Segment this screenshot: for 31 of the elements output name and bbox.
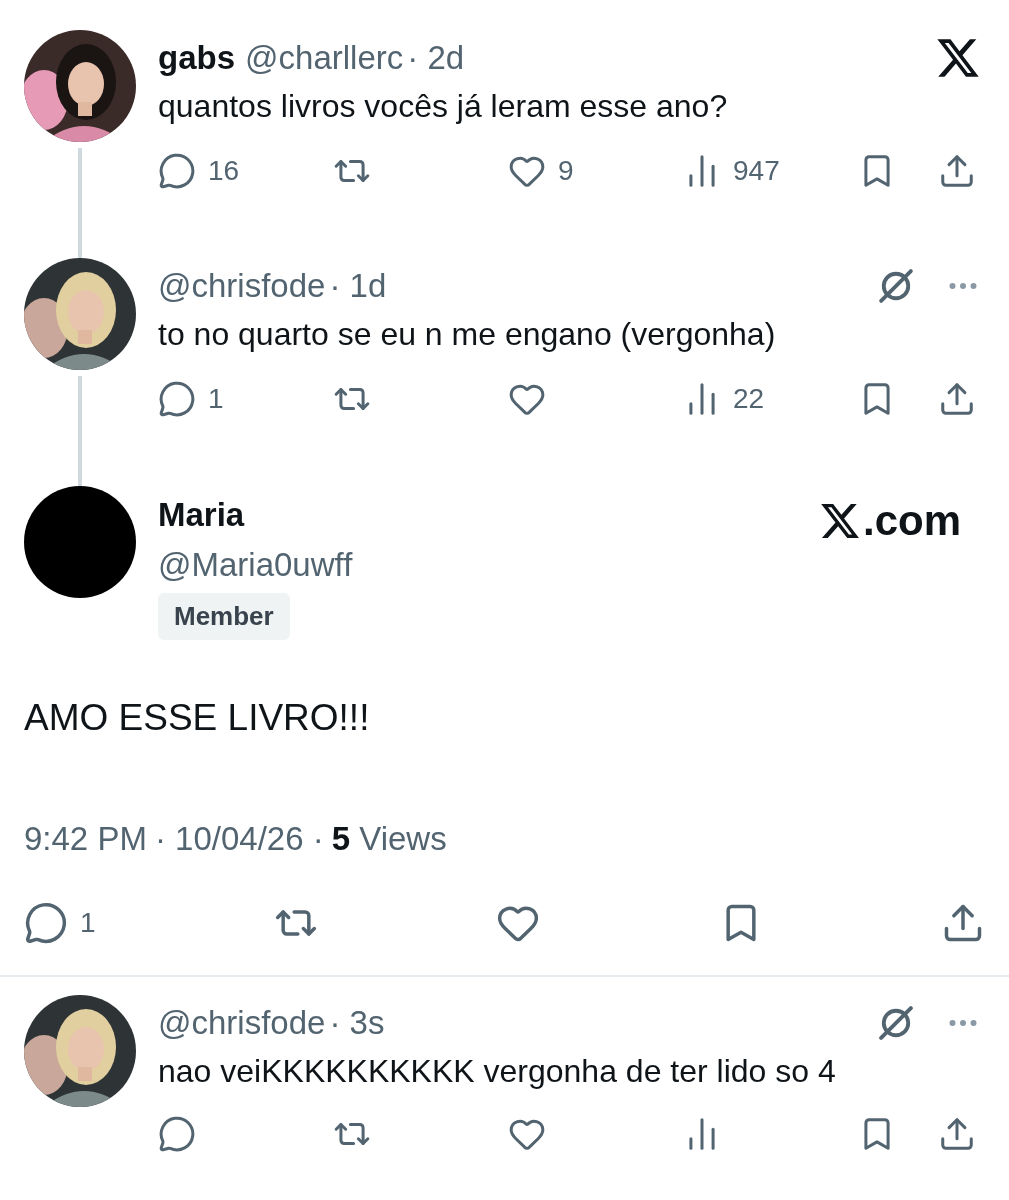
reply-icon[interactable] [158, 152, 196, 190]
reply-icon[interactable] [158, 380, 196, 418]
share-icon[interactable] [938, 1115, 976, 1153]
action-count: 1 [208, 382, 224, 416]
action-count: 16 [208, 154, 240, 188]
post-time: · 3s [329, 1003, 385, 1044]
action-count: 9 [558, 154, 574, 188]
post-text: nao veiKKKKKKKKKK vergonha de ter lido so 4 [158, 1052, 837, 1091]
share-icon[interactable] [938, 152, 976, 190]
post-text: AMO ESSE LIVRO!!! [23, 696, 371, 740]
reply-icon[interactable] [158, 1115, 196, 1153]
action-count: 22 [733, 382, 765, 416]
post-time: 9:42 PM [24, 818, 147, 859]
handle[interactable]: @chrisfode [158, 261, 326, 311]
handle[interactable]: @Maria0uwff [158, 539, 797, 589]
handle[interactable]: @charllerc [245, 33, 404, 83]
action-count: 947 [733, 154, 780, 188]
handle[interactable]: @chrisfode [158, 998, 326, 1048]
member-badge: Member [158, 593, 290, 640]
brand-text: .com [862, 500, 961, 542]
author-name[interactable]: gabs [158, 33, 236, 83]
action-count: 1 [80, 906, 96, 940]
share-icon[interactable] [938, 380, 976, 418]
author-name[interactable]: Maria [158, 490, 797, 540]
post-date: · 10/04/26 · [154, 818, 324, 859]
post-time: · 2d [407, 38, 465, 79]
reply-icon[interactable] [24, 901, 68, 945]
post-text: quantos livros vocês já leram esse ano? [158, 87, 729, 126]
post-text: to no quarto se eu n me engano (vergonha) [158, 315, 777, 354]
view-count: 5 Views [331, 818, 447, 859]
post-time: · 1d [329, 266, 387, 307]
